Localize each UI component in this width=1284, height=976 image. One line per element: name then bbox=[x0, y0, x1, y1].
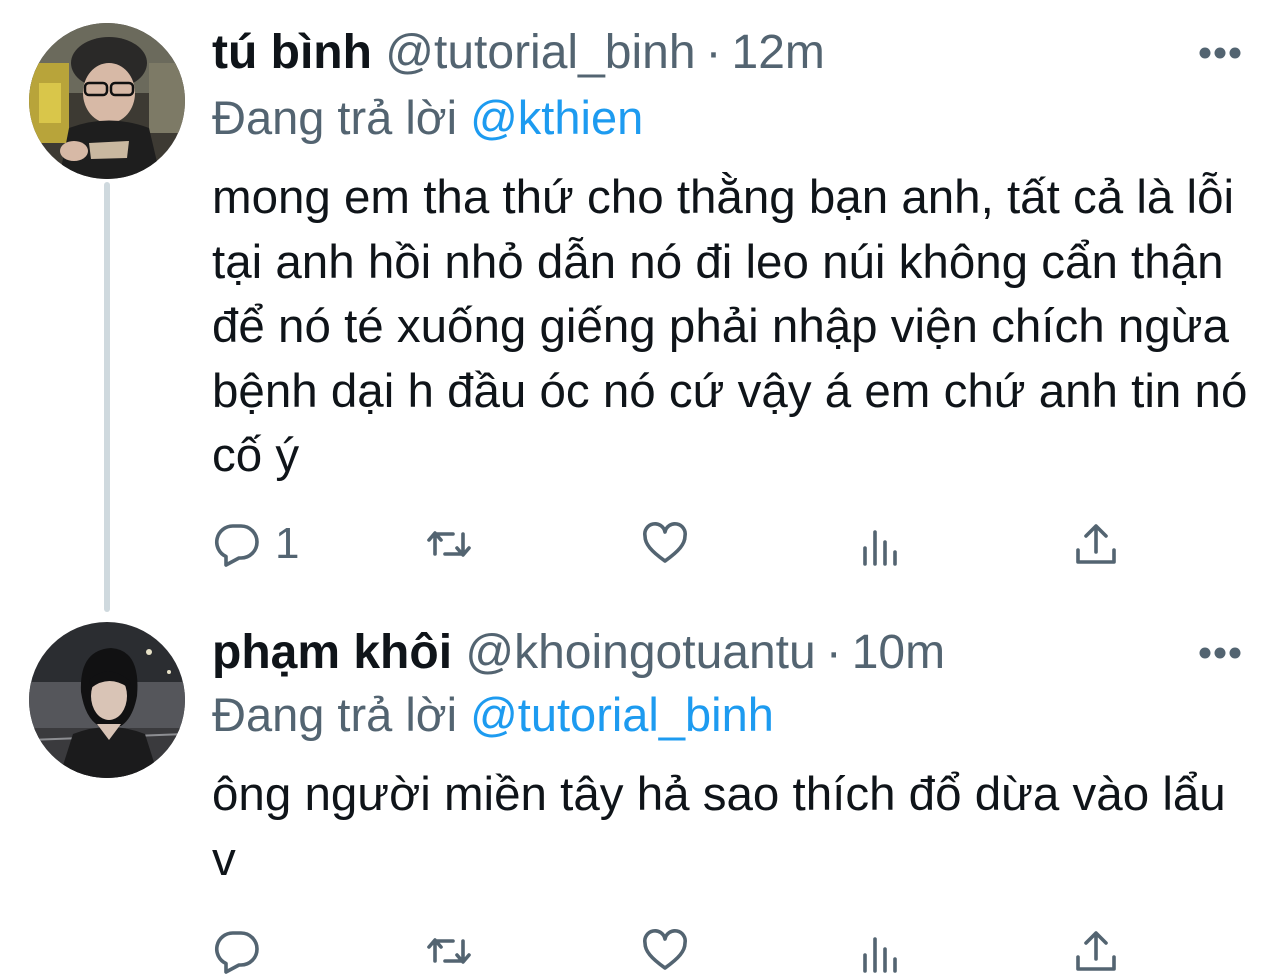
reply-button[interactable] bbox=[213, 926, 275, 976]
action-bar: 1 bbox=[0, 519, 1284, 569]
replying-to-label: Đang trả lời bbox=[212, 91, 458, 144]
reply-button[interactable]: 1 bbox=[213, 519, 299, 569]
replying-to-handle[interactable]: @tutorial_binh bbox=[470, 688, 774, 741]
tweet-text: mong em tha thứ cho thằng bạn anh, tất c… bbox=[212, 171, 1248, 482]
replying-to-line: Đang trả lời @tutorial_binh bbox=[212, 685, 774, 745]
share-button[interactable] bbox=[1072, 519, 1120, 569]
separator-dot: · bbox=[705, 26, 722, 79]
tweet-text: ông người miền tây hả sao thích đổ dừa v… bbox=[212, 768, 1226, 886]
heart-icon bbox=[643, 929, 687, 970]
tweet-header: tú bình @tutorial_binh · 12m bbox=[212, 21, 825, 85]
timestamp[interactable]: 10m bbox=[852, 626, 945, 679]
more-options-icon[interactable] bbox=[1198, 643, 1242, 663]
reply-icon bbox=[214, 524, 259, 567]
heart-icon bbox=[643, 522, 687, 563]
retweet-icon bbox=[427, 531, 471, 557]
action-bar bbox=[0, 926, 1284, 976]
tweet[interactable]: phạm khôi @khoingotuantu · 10m Đang trả lờ… bbox=[0, 605, 1284, 975]
avatar[interactable] bbox=[29, 622, 185, 778]
retweet-button[interactable] bbox=[425, 519, 473, 569]
replying-to-label: Đang trả lời bbox=[212, 688, 458, 741]
timestamp[interactable]: 12m bbox=[732, 26, 825, 79]
display-name[interactable]: tú bình bbox=[212, 26, 372, 79]
tweet[interactable]: tú bình @tutorial_binh · 12m Đang trả lời … bbox=[0, 0, 1284, 612]
like-button[interactable] bbox=[641, 926, 689, 976]
views-button[interactable] bbox=[857, 519, 905, 569]
more-options-icon[interactable] bbox=[1198, 43, 1242, 63]
views-icon bbox=[863, 530, 897, 566]
replying-to-handle[interactable]: @kthien bbox=[470, 91, 643, 144]
share-icon bbox=[1076, 931, 1116, 971]
retweet-icon bbox=[427, 938, 471, 964]
separator-dot: · bbox=[825, 626, 842, 679]
replying-to-line: Đang trả lời @kthien bbox=[212, 88, 643, 148]
user-handle[interactable]: @tutorial_binh bbox=[385, 26, 695, 79]
like-button[interactable] bbox=[641, 519, 689, 569]
share-icon bbox=[1076, 524, 1116, 564]
views-button[interactable] bbox=[857, 926, 905, 976]
views-icon bbox=[863, 937, 897, 973]
share-button[interactable] bbox=[1072, 926, 1120, 976]
tweet-header: phạm khôi @khoingotuantu · 10m bbox=[212, 621, 945, 685]
reply-icon bbox=[214, 931, 259, 974]
retweet-button[interactable] bbox=[425, 926, 473, 976]
reply-count: 1 bbox=[275, 519, 300, 568]
avatar[interactable] bbox=[29, 23, 185, 179]
display-name[interactable]: phạm khôi bbox=[212, 626, 452, 679]
user-handle[interactable]: @khoingotuantu bbox=[465, 626, 815, 679]
